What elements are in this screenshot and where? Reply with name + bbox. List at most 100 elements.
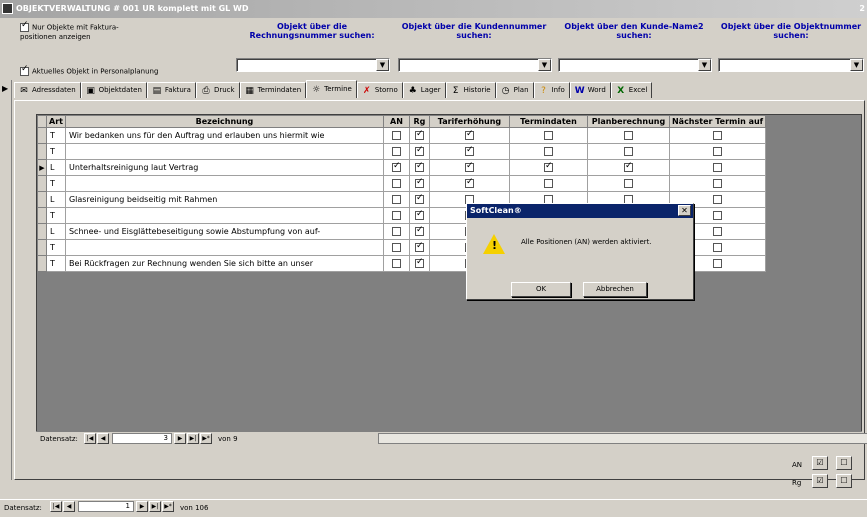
tab-storno[interactable]: ✗ Storno [356, 82, 403, 98]
main-first-record-button[interactable]: |◀ [50, 501, 62, 512]
option-current-in-planning[interactable]: Aktuelles Objekt in Personalplanung [20, 65, 220, 77]
cell-bezeichnung[interactable]: Bei Rückfragen zur Rechnung wenden Sie s… [64, 255, 384, 272]
naechster-termin-checkbox[interactable] [713, 243, 723, 252]
termindaten-checkbox[interactable] [543, 147, 553, 156]
cell-art[interactable]: T [46, 255, 66, 272]
naechster-termin-checkbox[interactable] [713, 195, 723, 204]
an-checkbox[interactable] [391, 131, 401, 140]
tab-info[interactable]: ? Info [533, 82, 570, 98]
tab-faktura[interactable]: ▤ Faktura [146, 82, 196, 98]
rg-checkbox[interactable] [414, 241, 424, 252]
row-selector[interactable] [37, 255, 47, 272]
rg-checkbox[interactable] [414, 193, 424, 204]
main-new-record-button[interactable]: ▶* [162, 501, 174, 512]
tab-historie[interactable]: Σ Historie [445, 82, 496, 98]
tariferhoehung-checkbox[interactable] [464, 129, 474, 140]
horizontal-scrollbar[interactable] [378, 433, 867, 444]
ok-button[interactable]: OK [511, 282, 571, 297]
table-row[interactable]: ▶ L Unterhaltsreinigung laut Vertrag [37, 159, 767, 176]
new-record-button[interactable]: ▶* [200, 433, 212, 444]
an-checkbox[interactable] [391, 161, 401, 172]
first-record-button[interactable]: |◀ [84, 433, 96, 444]
tab-lager[interactable]: ♣ Lager [402, 82, 446, 98]
an-checkbox[interactable] [391, 147, 401, 156]
termindaten-checkbox[interactable] [543, 131, 553, 140]
row-selector[interactable] [37, 239, 47, 256]
search-name2-combo[interactable]: ▼ [558, 58, 712, 72]
cell-bezeichnung[interactable] [64, 207, 384, 224]
rg-checkbox[interactable] [414, 177, 424, 188]
table-row[interactable]: T Wir bedanken uns für den Auftrag und er… [37, 127, 767, 144]
tab-excel[interactable]: X Excel [610, 82, 653, 98]
tab-word[interactable]: W Word [569, 82, 611, 98]
planberechnung-checkbox[interactable] [623, 131, 633, 140]
next-record-button[interactable]: ▶ [174, 433, 186, 444]
mainnav-record-input[interactable]: 1 [78, 501, 134, 512]
an-checkbox[interactable] [391, 227, 401, 236]
chevron-down-icon[interactable]: ▼ [538, 59, 551, 71]
termindaten-checkbox[interactable] [543, 179, 553, 188]
termindaten-checkbox[interactable] [543, 161, 553, 172]
table-row[interactable]: T [37, 143, 767, 160]
rg-select-all-button[interactable]: ☑ [812, 474, 828, 488]
row-selector[interactable] [37, 175, 47, 192]
cell-art[interactable]: T [46, 175, 66, 192]
planberechnung-checkbox[interactable] [623, 161, 633, 172]
search-customer-combo[interactable]: ▼ [398, 58, 552, 72]
planberechnung-checkbox[interactable] [623, 147, 633, 156]
cell-art[interactable]: T [46, 207, 66, 224]
main-next-record-button[interactable]: ▶ [136, 501, 148, 512]
rg-checkbox[interactable] [414, 161, 424, 172]
main-prev-record-button[interactable]: ◀ [63, 501, 75, 512]
cell-bezeichnung[interactable]: Schnee- und Eisglättebeseitigung sowie A… [64, 223, 384, 240]
table-row[interactable]: T [37, 175, 767, 192]
tab-termindaten[interactable]: ▦ Termindaten [239, 82, 307, 98]
rg-checkbox[interactable] [414, 225, 424, 236]
naechster-termin-checkbox[interactable] [713, 147, 723, 156]
chevron-down-icon[interactable]: ▼ [376, 59, 389, 71]
cell-art[interactable]: L [46, 159, 66, 176]
rg-checkbox[interactable] [414, 145, 424, 156]
option-current-in-planning-checkbox[interactable] [20, 65, 29, 76]
an-checkbox[interactable] [391, 259, 401, 268]
an-checkbox[interactable] [391, 195, 401, 204]
naechster-termin-checkbox[interactable] [713, 163, 723, 172]
cell-art[interactable]: T [46, 127, 66, 144]
last-record-button[interactable]: ▶| [187, 433, 199, 444]
cell-bezeichnung[interactable] [64, 143, 384, 160]
cell-bezeichnung[interactable]: Wir bedanken uns für den Auftrag und erl… [64, 127, 384, 144]
row-selector[interactable] [37, 191, 47, 208]
naechster-termin-checkbox[interactable] [713, 179, 723, 188]
tab-plan[interactable]: ◷ Plan [495, 82, 534, 98]
option-only-invoiced-checkbox[interactable] [20, 21, 29, 32]
an-checkbox[interactable] [391, 179, 401, 188]
an-checkbox[interactable] [391, 243, 401, 252]
chevron-down-icon[interactable]: ▼ [698, 59, 711, 71]
tab-termine[interactable]: ☼ Termine [306, 80, 357, 98]
naechster-termin-checkbox[interactable] [713, 131, 723, 140]
naechster-termin-checkbox[interactable] [713, 259, 723, 268]
row-selector[interactable] [37, 223, 47, 240]
rg-checkbox[interactable] [414, 257, 424, 268]
cell-bezeichnung[interactable]: Glasreinigung beidseitig mit Rahmen [64, 191, 384, 208]
naechster-termin-checkbox[interactable] [713, 211, 723, 220]
row-selector[interactable] [37, 127, 47, 144]
tab-adressdaten[interactable]: ✉ Adressdaten [14, 82, 81, 98]
tariferhoehung-checkbox[interactable] [464, 177, 474, 188]
cell-bezeichnung[interactable] [64, 239, 384, 256]
main-last-record-button[interactable]: ▶| [149, 501, 161, 512]
tariferhoehung-checkbox[interactable] [464, 145, 474, 156]
chevron-down-icon[interactable]: ▼ [850, 59, 863, 71]
dialog-close-button[interactable]: ✕ [678, 205, 691, 216]
rg-deselect-all-button[interactable]: ☐ [836, 474, 852, 488]
an-select-all-button[interactable]: ☑ [812, 456, 828, 470]
tab-objektdaten[interactable]: ▣ Objektdaten [80, 82, 147, 98]
row-selector[interactable]: ▶ [37, 159, 47, 176]
tab-druck[interactable]: ⎙ Druck [195, 82, 240, 98]
row-selector[interactable] [37, 207, 47, 224]
cell-art[interactable]: L [46, 223, 66, 240]
cell-bezeichnung[interactable] [64, 175, 384, 192]
rg-checkbox[interactable] [414, 209, 424, 220]
an-checkbox[interactable] [391, 211, 401, 220]
prev-record-button[interactable]: ◀ [97, 433, 109, 444]
